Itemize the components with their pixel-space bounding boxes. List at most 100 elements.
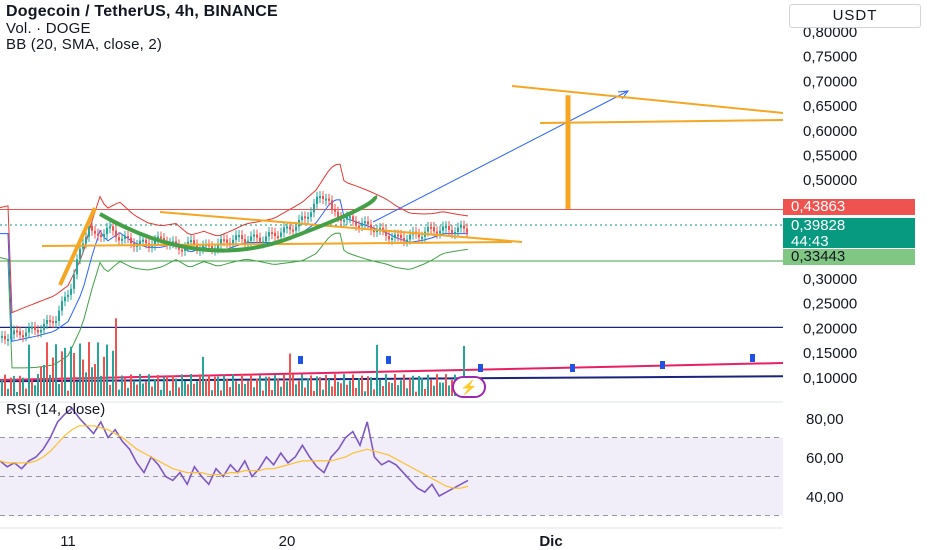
candle-body <box>277 236 279 239</box>
volume-bar <box>121 375 123 396</box>
volume-bar <box>157 375 159 396</box>
volume-bar <box>259 375 261 396</box>
candle-body <box>220 239 222 244</box>
volume-bar <box>181 374 183 396</box>
candle-body <box>409 234 411 240</box>
time-tick-label: 11 <box>60 533 76 550</box>
candle-body <box>328 198 330 201</box>
volume-bar <box>433 385 435 396</box>
volume-bar <box>28 344 30 396</box>
volume-bar <box>118 389 120 396</box>
volume-bar <box>337 381 339 396</box>
volume-marker <box>478 364 483 372</box>
volume-bar <box>160 389 162 396</box>
price-axis[interactable]: 0,800000,750000,700000,650000,600000,550… <box>783 0 932 550</box>
volume-bar <box>211 390 213 396</box>
candle-body <box>160 236 162 239</box>
candle-body <box>403 238 405 242</box>
candle-body <box>442 226 444 231</box>
volume-bar <box>124 378 126 396</box>
volume-bar <box>415 391 417 396</box>
volume-bar <box>82 359 84 396</box>
candle-body <box>430 226 432 229</box>
candle-body <box>322 196 324 199</box>
volume-bar <box>364 391 366 396</box>
candle-body <box>19 331 21 336</box>
candle-body <box>58 310 60 321</box>
volume-bar <box>322 389 324 396</box>
volume-bar <box>340 383 342 396</box>
candle-body <box>337 211 339 218</box>
volume-bar <box>136 384 138 396</box>
volume-bar <box>427 374 429 396</box>
volume-legend[interactable]: Vol. · DOGE <box>6 20 91 37</box>
volume-bar <box>88 342 90 396</box>
bollinger-legend[interactable]: BB (20, SMA, close, 2) <box>6 36 162 53</box>
candle-body <box>457 227 459 233</box>
drawing-tools[interactable] <box>41 85 784 286</box>
last-price-tag: 0,39828 44:43 <box>783 217 915 250</box>
candle-body <box>79 248 81 260</box>
volume-bar <box>52 357 54 396</box>
volume-bar <box>145 381 147 396</box>
candle-body <box>40 329 42 333</box>
candle-body <box>256 234 258 238</box>
volume-bar <box>301 374 303 396</box>
currency-selector[interactable]: USDT <box>789 4 921 28</box>
candle-body <box>433 226 435 232</box>
volume-bar <box>178 387 180 396</box>
lightning-icon[interactable]: ⚡ <box>452 376 486 398</box>
candle-body <box>76 259 78 275</box>
candle-body <box>259 237 261 242</box>
volume-bar <box>13 375 15 396</box>
volume-bar <box>166 376 168 396</box>
candle-body <box>49 320 51 323</box>
volume-bar <box>391 382 393 396</box>
time-axis[interactable]: 11 20 Dic <box>0 527 783 550</box>
volume-bar <box>256 378 258 396</box>
volume-bar <box>202 356 204 396</box>
trading-chart[interactable]: 0,800000,750000,700000,650000,600000,550… <box>0 0 932 550</box>
volume-bar <box>241 374 243 396</box>
volume-bar <box>319 377 321 396</box>
rsi-band <box>0 437 783 516</box>
price-tick-label: 0,60000 <box>803 123 857 140</box>
candle-body <box>313 203 315 213</box>
candle-body <box>388 235 390 240</box>
volume-bar <box>271 390 273 396</box>
candle-body <box>319 196 321 199</box>
volume-bar <box>94 364 96 396</box>
volume-bar <box>151 386 153 396</box>
candle-body <box>283 227 285 233</box>
volume-bar <box>43 364 45 396</box>
rsi-tick-label: 40,00 <box>806 489 844 506</box>
candle-body <box>466 228 468 233</box>
volume-bar <box>115 318 117 396</box>
rsi-axis[interactable]: 80,00 60,00 40,00 <box>806 411 844 506</box>
volume-bar <box>307 378 309 396</box>
candle-body <box>271 232 273 235</box>
candle-body <box>25 332 27 337</box>
candle-body <box>247 240 249 243</box>
volume-bar <box>208 375 210 396</box>
volume-bar <box>223 375 225 396</box>
volume-bar <box>172 375 174 396</box>
volume-bar <box>430 379 432 396</box>
rsi-legend[interactable]: RSI (14, close) <box>6 401 105 418</box>
volume-bar <box>46 342 48 396</box>
cup-pattern <box>98 194 378 253</box>
volume-bar <box>70 346 72 396</box>
volume-bar <box>190 374 192 396</box>
volume-bar <box>10 377 12 396</box>
candle-body <box>460 225 462 228</box>
last-price-value: 0,39828 <box>791 217 846 234</box>
candle-body <box>52 321 54 324</box>
candle-body <box>307 216 309 219</box>
candle-body <box>181 249 183 252</box>
volume-bar <box>214 376 216 396</box>
volume-bar <box>250 374 252 396</box>
volume-bar <box>232 374 234 396</box>
volume-bar <box>436 374 438 396</box>
candle-body <box>394 234 396 238</box>
volume-bar <box>358 378 360 396</box>
